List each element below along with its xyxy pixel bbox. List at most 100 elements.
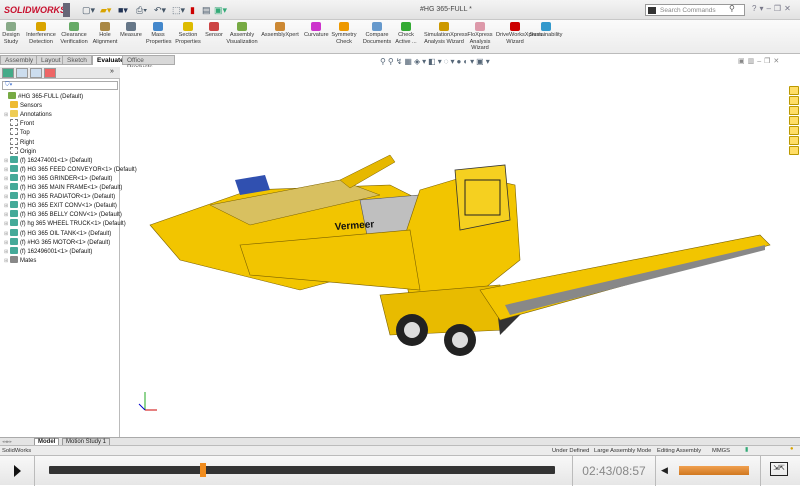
propertymanager-tab[interactable] — [16, 68, 28, 78]
open-icon[interactable]: ▰▾ — [100, 5, 111, 16]
custom-properties-icon[interactable] — [789, 146, 799, 155]
volume-icon[interactable]: ◀ — [661, 465, 668, 476]
undo-icon[interactable]: ↶▾ — [154, 5, 166, 16]
file-properties-icon[interactable]: ▤ — [202, 5, 211, 16]
tab-office-products[interactable]: Office Products — [122, 55, 175, 71]
configurationmanager-tab[interactable] — [30, 68, 42, 78]
tree-item[interactable]: ⊞ (f) 162474001<1> (Default) — [4, 155, 92, 165]
fullscreen-button[interactable]: ⇲⇱ — [760, 456, 800, 486]
component-icon — [10, 201, 18, 209]
tree-item[interactable]: #HG 365-FULL (Default) — [2, 92, 83, 101]
component-icon — [10, 228, 18, 236]
tree-item[interactable]: ⊞ (f) HG 365 OIL TANK<1> (Default) — [4, 228, 111, 238]
ribbon-button-sensor[interactable]: Sensor — [204, 22, 224, 39]
ribbon-button-label: Compare Documents — [362, 32, 392, 45]
mates-icon — [10, 255, 18, 263]
units-selector[interactable]: MMGS — [712, 448, 730, 454]
ribbon-icon — [275, 22, 285, 31]
tree-item[interactable]: ⊞ Annotations — [4, 110, 52, 119]
tree-item[interactable]: ⊞ Mates — [4, 255, 36, 265]
save-icon[interactable]: ■▾ — [118, 5, 128, 16]
search-icon[interactable]: ⚲ — [729, 4, 735, 13]
print-icon[interactable]: ⎙▾ — [136, 5, 147, 16]
tree-item[interactable]: ⊞ (f) #HG 365 MOTOR<1> (Default) — [4, 237, 110, 247]
tree-item[interactable]: Sensors — [4, 101, 42, 110]
ribbon-button-hole-alignment[interactable]: Hole Alignment — [92, 22, 118, 45]
ribbon-button-clearance-verification[interactable]: Clearance Verification — [58, 22, 90, 45]
tree-item-label: (f) HG 365 RADIATOR<1> (Default) — [20, 194, 116, 201]
display-manager-tab[interactable] — [44, 68, 56, 78]
seek-thumb[interactable] — [199, 463, 206, 477]
ribbon-button-label: FloXpress Analysis Wizard — [467, 32, 493, 51]
tree-item-label: (f) HG 365 EXIT CONV<1> (Default) — [20, 203, 117, 210]
task-pane-tabs — [788, 85, 800, 165]
ribbon-button-section-properties[interactable]: Section Properties — [174, 22, 202, 45]
tree-item[interactable]: Origin — [4, 146, 36, 156]
rebuild-status-icon[interactable]: ▮ — [745, 447, 748, 453]
ribbon-button-assemblyxpert[interactable]: AssemblyXpert — [260, 22, 300, 39]
hg365-grinder-model: Vermeer — [138, 154, 771, 411]
new-document-icon[interactable]: ▢▾ — [82, 5, 95, 16]
component-icon — [10, 101, 18, 109]
tree-item-label: (f) HG 365 BELLY CONV<1> (Default) — [20, 212, 122, 219]
ribbon-button-measure[interactable]: Measure — [120, 22, 142, 39]
rebuild-icon[interactable]: ▮ — [190, 5, 195, 16]
ribbon-button-simulationxpress-analysis-wizard[interactable]: SimulationXpress Analysis Wizard — [424, 22, 468, 45]
video-player-controls: 02:43/08:57 ◀ ⇲⇱ — [0, 455, 800, 486]
ribbon-button-floxpress-analysis-wizard[interactable]: FloXpress Analysis Wizard — [466, 22, 494, 52]
tab-assembly[interactable]: Assembly — [0, 55, 39, 65]
resources-icon[interactable] — [789, 96, 799, 105]
expand-pane-icon[interactable]: » — [110, 68, 114, 75]
ribbon-icon — [372, 22, 382, 31]
solidworks-logo: SOLIDWORKS — [4, 5, 66, 15]
ribbon-button-label: Section Properties — [175, 32, 201, 45]
ribbon-button-mass-properties[interactable]: Mass Properties — [146, 22, 172, 45]
tree-item[interactable]: ⊞ (f) HG 365 EXIT CONV<1> (Default) — [4, 201, 117, 210]
featuremanager-tab[interactable] — [2, 68, 14, 78]
tree-item-label: (f) HG 365 FEED CONVEYOR<1> (Default) — [20, 166, 137, 173]
ribbon-button-compare-documents[interactable]: Compare Documents — [362, 22, 392, 45]
ribbon-button-assembly-visualization[interactable]: Assembly Visualization — [226, 22, 258, 45]
view-palette-icon[interactable] — [789, 126, 799, 135]
home-icon[interactable] — [789, 86, 799, 95]
tree-item[interactable]: Right — [4, 137, 34, 147]
design-library-icon[interactable] — [789, 106, 799, 115]
tree-item[interactable]: ⊞ (f) HG 365 GRINDER<1> (Default) — [4, 173, 112, 183]
tree-item[interactable]: Front — [4, 119, 34, 128]
file-explorer-icon[interactable] — [789, 116, 799, 125]
tree-item-label: #HG 365-FULL (Default) — [18, 94, 84, 100]
tree-item[interactable]: ⊞ (f) HG 365 RADIATOR<1> (Default) — [4, 192, 115, 201]
volume-slider[interactable] — [679, 466, 749, 475]
seek-bar[interactable] — [49, 463, 555, 477]
tree-item[interactable]: ⊞ (f) HG 365 MAIN FRAME<1> (Default) — [4, 183, 122, 192]
appearances-icon[interactable] — [789, 136, 799, 145]
ribbon-button-curvature[interactable]: Curvature — [304, 22, 329, 39]
graphics-area[interactable]: Vermeer — [120, 67, 788, 437]
play-button[interactable] — [0, 456, 35, 486]
viewport-controls[interactable]: ▣▥–❐✕ — [738, 57, 782, 65]
menu-expand-arrow[interactable] — [63, 3, 70, 17]
ribbon-button-check-active[interactable]: Check Active ... — [394, 22, 418, 45]
ribbon-icon — [541, 22, 551, 31]
select-icon[interactable]: ⬚▾ — [172, 5, 185, 16]
status-editing: Editing Assembly — [657, 448, 702, 454]
ribbon-button-label: Clearance Verification — [60, 32, 88, 45]
ribbon-button-symmetry-check[interactable]: Symmetry Check — [330, 22, 358, 45]
tooltip-icon[interactable]: ● — [790, 446, 794, 452]
tree-item[interactable]: ⊞ (f) HG 365 FEED CONVEYOR<1> (Default) — [4, 164, 137, 174]
ribbon-button-interference-detection[interactable]: Interference Detection — [26, 22, 56, 45]
ribbon-button-sustainability[interactable]: Sustainability — [528, 22, 564, 39]
ribbon-button-label: AssemblyXpert — [261, 32, 299, 38]
tab-sketch[interactable]: Sketch — [62, 55, 92, 65]
component-icon — [10, 155, 18, 163]
tree-item[interactable]: ⊞ (f) 162496001<1> (Default) — [4, 246, 92, 256]
tree-item[interactable]: Top — [4, 128, 30, 137]
heads-up-view-toolbar[interactable]: ⚲⚲↯▦◈▾◧▾◌▾●◐▾▣▾ — [380, 57, 492, 66]
window-controls[interactable]: ?▾–❐✕ — [752, 4, 794, 13]
ribbon-button-label: Check Active ... — [395, 32, 417, 45]
tree-item[interactable]: ⊞ (f) hg 365 WHEEL TRUCK<1> (Default) — [4, 219, 126, 228]
tree-filter[interactable]: ⛉▾ — [2, 81, 118, 90]
tree-item[interactable]: ⊞ (f) HG 365 BELLY CONV<1> (Default) — [4, 210, 122, 219]
ribbon-button-design-study[interactable]: Design Study — [2, 22, 20, 45]
options-icon[interactable]: ▣▾ — [214, 5, 227, 16]
